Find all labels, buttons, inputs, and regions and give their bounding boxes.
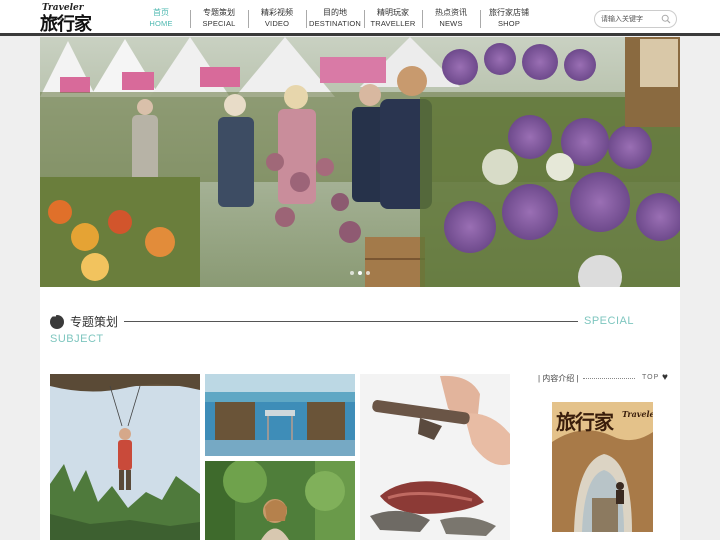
sidebar-divider xyxy=(583,378,635,379)
feature-thumbnail-forest[interactable] xyxy=(205,461,355,540)
speech-bubble-icon xyxy=(50,314,64,329)
site-logo[interactable]: Traveler magazine 旅行家 xyxy=(40,2,100,35)
nav-label-zh: 首页 xyxy=(153,8,169,17)
sidebar-label: | 内容介绍 | xyxy=(538,374,579,383)
nav-label-en: TRAVELLER xyxy=(370,19,416,28)
pool-image xyxy=(205,374,355,456)
site-header: Traveler magazine 旅行家 首页 HOME 专题策划 SPECI… xyxy=(0,0,720,36)
magazine-brand: 旅行家 xyxy=(556,410,614,434)
food-image xyxy=(360,374,510,540)
nav-item-home[interactable]: 首页 HOME xyxy=(132,8,190,32)
logo-chinese: 旅行家 xyxy=(40,14,92,35)
nav-item-destination[interactable]: 目的地 DESTINATION xyxy=(306,8,364,32)
section-divider xyxy=(124,321,578,322)
carousel-dot[interactable] xyxy=(350,271,354,275)
nav-item-shop[interactable]: 旅行家店铺 SHOP xyxy=(480,8,538,32)
heart-icon[interactable]: ♥ xyxy=(662,372,668,383)
carousel-dot[interactable] xyxy=(366,271,370,275)
nav-label-en: DESTINATION xyxy=(308,19,362,28)
nav-label-en: HOME xyxy=(149,19,173,28)
forest-image xyxy=(205,461,355,540)
feature-thumbnail-climbing[interactable] xyxy=(50,374,200,540)
search-input[interactable] xyxy=(601,13,661,25)
nav-label-zh: 精彩视频 xyxy=(261,8,293,17)
nav-label-en: SHOP xyxy=(497,19,521,28)
carousel-dot-active[interactable] xyxy=(358,271,362,275)
main-nav: 首页 HOME 专题策划 SPECIAL 精彩视频 VIDEO 目的地 DEST… xyxy=(132,8,538,32)
top-link[interactable]: TOP xyxy=(642,374,659,381)
nav-label-zh: 热点资讯 xyxy=(435,8,467,17)
feature-thumbnail-pool[interactable] xyxy=(205,374,355,456)
nav-item-news[interactable]: 热点资讯 NEWS xyxy=(422,8,480,32)
magazine-cover[interactable]: 旅行家 Traveler xyxy=(552,402,653,532)
search-icon[interactable] xyxy=(661,14,671,24)
section-title-en: SPECIAL xyxy=(584,315,634,327)
nav-label-zh: 旅行家店铺 xyxy=(489,8,529,17)
nav-label-zh: 专题策划 xyxy=(203,8,235,17)
carousel-dots xyxy=(350,271,370,275)
search-box xyxy=(594,10,677,28)
section-title-zh: 专题策划 xyxy=(70,315,119,329)
nav-item-video[interactable]: 精彩视频 VIDEO xyxy=(248,8,306,32)
hero-image xyxy=(40,37,680,287)
section-subtitle-en: SUBJECT xyxy=(50,333,104,345)
magazine-brand-en: Traveler xyxy=(622,409,653,419)
nav-item-special[interactable]: 专题策划 SPECIAL xyxy=(190,8,248,32)
nav-label-en: VIDEO xyxy=(264,19,290,28)
nav-item-traveller[interactable]: 精明玩家 TRAVELLER xyxy=(364,8,422,32)
nav-label-en: NEWS xyxy=(439,19,463,28)
hero-banner[interactable] xyxy=(40,37,680,287)
section-heading: 专题策划 xyxy=(50,313,118,330)
nav-label-en: SPECIAL xyxy=(202,19,236,28)
feature-thumbnail-food[interactable] xyxy=(360,374,510,540)
climbing-image xyxy=(50,374,200,540)
nav-label-zh: 目的地 xyxy=(323,8,347,17)
nav-label-zh: 精明玩家 xyxy=(377,8,409,17)
